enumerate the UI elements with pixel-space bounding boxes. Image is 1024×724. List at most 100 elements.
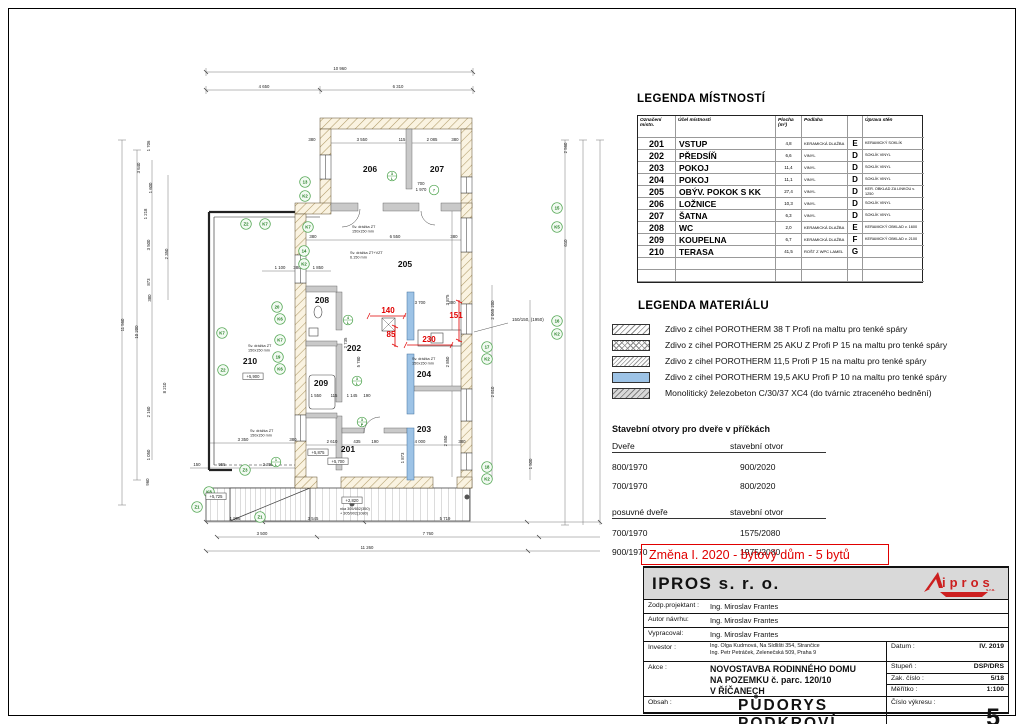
material-legend-item: Zdivo z cihel POROTHERM 25 AKU Z Profi P…	[612, 337, 1014, 353]
dim-label: 11 560	[120, 318, 125, 331]
dim-label: 1 970	[416, 187, 427, 192]
room-legend-cell: VINYL	[802, 150, 848, 162]
dim-label: 700	[417, 181, 425, 186]
room-legend-header-cell: Podlaha	[802, 116, 848, 138]
room-legend-title: LEGENDA MÍSTNOSTÍ	[637, 93, 923, 105]
room-legend-cell: D	[848, 162, 863, 174]
dim-label: 2 085	[427, 137, 438, 142]
marker-label: Z3	[242, 468, 248, 473]
dim-label: 4 000	[415, 439, 426, 444]
dim-label: 1 873	[400, 452, 405, 463]
dim-label: 1 100	[275, 265, 286, 270]
dim-label: 1 850	[313, 265, 324, 270]
room-legend-cell: VINYL	[802, 162, 848, 174]
dim-label: 6 310	[393, 84, 404, 89]
dim-label: 380	[309, 234, 317, 239]
marker-label: K5	[554, 225, 560, 230]
room-legend-cell: 27,4	[776, 186, 802, 198]
room-legend-cell: KER. OBKLAD ZA LINKOU v. 1250	[863, 186, 924, 198]
room-legend-cell: KERAMICKÝ OBKLAD v. 1600	[863, 222, 924, 234]
marker-label: K7	[219, 331, 225, 336]
room-legend-cell: KERAMICKÁ DLAŽBA	[802, 138, 848, 150]
dim-label: 11 260	[361, 545, 374, 550]
room-legend-cell: VINYL	[802, 210, 848, 222]
material-legend-title: LEGENDA MATERIÁLU	[638, 300, 1014, 312]
dim-label: 300	[448, 300, 456, 305]
material-label: Monolitický železobeton C/30/37 XC4 (do …	[665, 388, 932, 398]
sw-diag2-swatch-icon	[612, 356, 650, 367]
obsah-label: Obsah :	[644, 697, 710, 724]
titleblock-label: Autor návrhu:	[644, 614, 710, 627]
titleblock-value: Ing. Miroslav Frantes	[710, 628, 778, 641]
drawing-page: 206207205208202209210204203201 10 9604 6…	[0, 0, 1024, 724]
room-legend-cell: WC	[676, 222, 776, 234]
opening-row: 700/19701575/2080	[612, 528, 826, 538]
sw-concrete-swatch-icon	[612, 388, 650, 399]
material-label: Zdivo z cihel POROTHERM 19,5 AKU Profi P…	[665, 372, 947, 382]
room-legend-cell: VINYL	[802, 186, 848, 198]
room-legend-cell	[638, 258, 676, 270]
room-legend-header-cell	[848, 116, 863, 138]
room-legend-cell: 11,1	[776, 174, 802, 186]
annotation-label: + 305/902(1080)	[340, 512, 369, 516]
room-legend-cell: 4,8	[776, 138, 802, 150]
red-dim-label: 230	[422, 335, 436, 344]
dim-label: 1 145	[347, 393, 358, 398]
dim-label: 4 650	[259, 84, 270, 89]
titleblock-value: Ing. Miroslav Frantes	[710, 600, 778, 613]
room-legend-cell	[776, 270, 802, 282]
dim-label: 955	[218, 462, 226, 467]
marker-label: Z2	[220, 368, 226, 373]
marker-label: K7	[277, 338, 283, 343]
opening-row: 800/1970900/2020	[612, 462, 826, 472]
room-label: 209	[314, 378, 328, 388]
room-label: 202	[347, 343, 361, 353]
annotation-label: 150x150 mm	[248, 349, 270, 353]
plan-blue-walls	[407, 292, 414, 480]
title-block-header: IPROS s. r. o. ipros s.r.o.	[644, 568, 1008, 600]
zak-value: 5/18	[991, 675, 1004, 685]
door-marker-letter: L	[356, 382, 358, 386]
room-label: 207	[430, 164, 444, 174]
room-legend-cell	[676, 270, 776, 282]
marker-label: Z1	[194, 505, 200, 510]
room-legend-cell: 202	[638, 150, 676, 162]
elevation-label: +2,820	[346, 498, 360, 503]
room-legend-cell: ROŠT Z WPC LAMEL	[802, 246, 848, 258]
wall-note-leader	[474, 323, 508, 332]
room-label: 210	[243, 356, 257, 366]
elevation-label: +5,700	[332, 459, 346, 464]
room-legend-cell: E	[848, 222, 863, 234]
material-label: Zdivo z cihel POROTHERM 11,5 Profi P 15 …	[665, 356, 926, 366]
room-legend-cell: 208	[638, 222, 676, 234]
dim-label: 1 600	[148, 182, 153, 193]
room-legend-cell: SOKLÍK VINYL	[863, 150, 924, 162]
room-label: 205	[398, 259, 412, 269]
room-legend-cell: G	[848, 246, 863, 258]
wall-note-label: 150/150, (1950)	[512, 317, 544, 322]
room-legend-cell	[863, 270, 924, 282]
sw-solid-blue-swatch-icon	[612, 372, 650, 383]
title-block: IPROS s. r. o. ipros s.r.o. Zodp.projekt…	[643, 566, 1009, 714]
akce-row: Akce : NOVOSTAVBA RODINNÉHO DOMU NA POZE…	[644, 662, 1008, 697]
room-legend-header-cell: Plocha (m²)	[776, 116, 802, 138]
dim-label: 1 996	[230, 516, 241, 521]
drawing-title: PŮDORYS PODKROVÍ	[738, 697, 886, 724]
plan-fixtures	[309, 209, 461, 433]
meritko-value: 1:100	[987, 686, 1004, 696]
marker-label: Z2	[243, 222, 249, 227]
red-dim-label: 85	[387, 330, 396, 339]
room-label: 206	[363, 164, 377, 174]
material-legend-item: Zdivo z cihel POROTHERM 11,5 Profi P 15 …	[612, 353, 1014, 369]
room-legend-cell: LOŽNICE	[676, 198, 776, 210]
room-legend-cell: 201	[638, 138, 676, 150]
room-legend-cell: SOKLÍK VINYL	[863, 174, 924, 186]
dim-label: 190	[363, 393, 371, 398]
room-legend-table: Označení místn.Účel místnostiPlocha (m²)…	[637, 115, 923, 283]
door-marker-number: 3	[391, 172, 393, 176]
marker-label: K2	[554, 332, 560, 337]
dim-label: 1 500	[528, 458, 533, 469]
dim-label: 10 960	[333, 66, 347, 71]
room-legend-cell: SOKLÍK VINYL	[863, 162, 924, 174]
marker-label: K6	[277, 367, 283, 372]
